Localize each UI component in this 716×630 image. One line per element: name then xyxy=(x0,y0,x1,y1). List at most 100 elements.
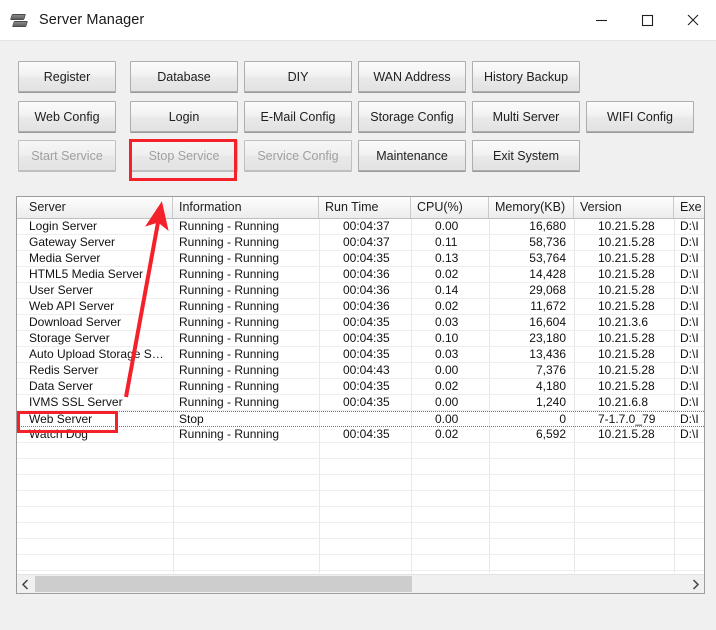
cell-information: Running - Running xyxy=(179,427,280,441)
table-row-empty[interactable] xyxy=(17,507,704,523)
cell-memory: 0 xyxy=(559,412,566,426)
table-row-empty[interactable] xyxy=(17,443,704,459)
cell-server: HTML5 Media Server xyxy=(29,267,144,281)
cell-memory: 29,068 xyxy=(529,283,566,297)
cell-server: Media Server xyxy=(29,251,101,265)
table-row[interactable]: User Server Running - Running 00:04:36 0.14… xyxy=(17,283,704,299)
login-button[interactable]: Login xyxy=(130,101,238,132)
cell-server: Data Server xyxy=(29,379,94,393)
cell-exe: D:\I xyxy=(680,347,699,361)
table-row[interactable]: Data Server Running - Running 00:04:35 0.02… xyxy=(17,379,704,395)
cell-version: 10.21.5.28 xyxy=(598,267,655,281)
cell-exe: D:\I xyxy=(680,412,699,426)
table-body[interactable]: Login Server Running - Running 00:04:37 0.0… xyxy=(17,219,704,573)
cell-server: Gateway Server xyxy=(29,235,116,249)
cell-cpu: 0.03 xyxy=(435,347,459,361)
table-row[interactable]: Storage Server Running - Running 00:04:35 0… xyxy=(17,331,704,347)
table-row[interactable]: Gateway Server Running - Running 00:04:37 0… xyxy=(17,235,704,251)
table-header-row[interactable]: Server Information Run Time CPU(%) Memory(KB… xyxy=(17,197,704,219)
table-row[interactable]: Redis Server Running - Running 00:04:43 0.0… xyxy=(17,363,704,379)
table-row[interactable]: HTML5 Media Server Running - Running 00:04… xyxy=(17,267,704,283)
cell-runtime: 00:04:35 xyxy=(343,331,390,345)
cell-runtime: 00:04:37 xyxy=(343,235,390,249)
cell-exe: D:\I xyxy=(680,235,699,249)
multi-server-button[interactable]: Multi Server xyxy=(472,101,580,132)
table-row[interactable]: Web API Server Running - Running 00:04:36 0… xyxy=(17,299,704,315)
table-row[interactable]: Media Server Running - Running 00:04:35 0.1… xyxy=(17,251,704,267)
cell-version: 10.21.5.28 xyxy=(598,363,655,377)
table-row-empty[interactable] xyxy=(17,475,704,491)
cell-runtime: 00:04:35 xyxy=(343,379,390,393)
database-button[interactable]: Database xyxy=(130,61,238,92)
table-row-empty[interactable] xyxy=(17,555,704,571)
cell-version: 10.21.5.28 xyxy=(598,427,655,441)
cell-information: Running - Running xyxy=(179,347,280,361)
cell-cpu: 0.00 xyxy=(435,363,459,377)
cell-cpu: 0.02 xyxy=(435,427,459,441)
cell-memory: 14,428 xyxy=(529,267,566,281)
column-header-memory-kb[interactable]: Memory(KB) xyxy=(489,197,574,218)
cell-exe: D:\I xyxy=(680,427,699,441)
cell-information: Running - Running xyxy=(179,315,280,329)
cell-cpu: 0.02 xyxy=(435,379,459,393)
server-list-table[interactable]: Server Information Run Time CPU(%) Memory(KB… xyxy=(16,196,705,594)
chevron-right-icon[interactable] xyxy=(687,575,704,593)
cell-exe: D:\I xyxy=(680,363,699,377)
table-row-empty[interactable] xyxy=(17,523,704,539)
column-header-server[interactable]: Server xyxy=(23,197,173,218)
cell-memory: 6,592 xyxy=(535,427,566,441)
cell-cpu: 0.03 xyxy=(435,315,459,329)
cell-server: User Server xyxy=(29,283,94,297)
cell-runtime: 00:04:36 xyxy=(343,283,390,297)
table-row[interactable]: Web Server Stop 0.00 0 7-1.7.0_79 D:\I xyxy=(17,411,704,427)
column-header-exe[interactable]: Exe xyxy=(674,197,704,218)
table-row-empty[interactable] xyxy=(17,539,704,555)
column-header-information[interactable]: Information xyxy=(173,197,319,218)
e-mail-config-button[interactable]: E-Mail Config xyxy=(244,101,352,132)
cell-exe: D:\I xyxy=(680,315,699,329)
cell-cpu: 0.11 xyxy=(435,235,458,249)
cell-server: IVMS SSL Server xyxy=(29,395,123,409)
exit-system-button[interactable]: Exit System xyxy=(472,140,580,171)
table-row[interactable]: Auto Upload Storage S… Running - Running 0… xyxy=(17,347,704,363)
table-row-empty[interactable] xyxy=(17,491,704,507)
close-icon[interactable] xyxy=(670,0,716,40)
maintenance-button[interactable]: Maintenance xyxy=(358,140,466,171)
cell-server: Download Server xyxy=(29,315,122,329)
wifi-config-button[interactable]: WIFI Config xyxy=(586,101,694,132)
table-row[interactable]: IVMS SSL Server Running - Running 00:04:35… xyxy=(17,395,704,411)
history-backup-button[interactable]: History Backup xyxy=(472,61,580,92)
cell-runtime: 00:04:36 xyxy=(343,267,390,281)
table-row[interactable]: Watch Dog Running - Running 00:04:35 0.02 6,… xyxy=(17,427,704,443)
table-row[interactable]: Login Server Running - Running 00:04:37 0.0… xyxy=(17,219,704,235)
cell-exe: D:\I xyxy=(680,251,699,265)
cell-cpu: 0.02 xyxy=(435,299,459,313)
horizontal-scrollbar[interactable] xyxy=(17,574,704,593)
cell-version: 10.21.6.8 xyxy=(598,395,649,409)
cell-memory: 4,180 xyxy=(535,379,566,393)
scrollbar-thumb[interactable] xyxy=(35,576,412,592)
window-controls xyxy=(578,0,716,40)
minimize-icon[interactable] xyxy=(578,0,624,40)
cell-information: Stop xyxy=(179,412,204,426)
cell-version: 10.21.5.28 xyxy=(598,251,655,265)
maximize-icon[interactable] xyxy=(624,0,670,40)
cell-runtime: 00:04:37 xyxy=(343,219,390,233)
cell-version: 10.21.3.6 xyxy=(598,315,649,329)
cell-memory: 11,672 xyxy=(530,299,566,313)
table-row[interactable]: Download Server Running - Running 00:04:35… xyxy=(17,315,704,331)
column-header-version[interactable]: Version xyxy=(574,197,674,218)
column-header-cpu[interactable]: CPU(%) xyxy=(411,197,489,218)
column-header-run-time[interactable]: Run Time xyxy=(319,197,411,218)
diy-button[interactable]: DIY xyxy=(244,61,352,92)
web-config-button[interactable]: Web Config xyxy=(18,101,116,132)
server-stack-icon xyxy=(10,10,30,30)
register-button[interactable]: Register xyxy=(18,61,116,92)
table-row-empty[interactable] xyxy=(17,459,704,475)
cell-information: Running - Running xyxy=(179,331,280,345)
chevron-left-icon[interactable] xyxy=(17,575,34,593)
cell-information: Running - Running xyxy=(179,267,280,281)
cell-memory: 58,736 xyxy=(529,235,566,249)
storage-config-button[interactable]: Storage Config xyxy=(358,101,466,132)
wan-address-button[interactable]: WAN Address xyxy=(358,61,466,92)
